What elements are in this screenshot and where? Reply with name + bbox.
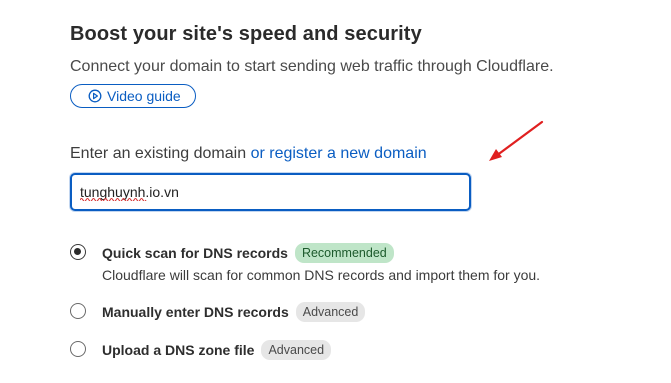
manual-dns-radio[interactable]: [70, 303, 86, 319]
recommended-badge: Recommended: [294, 243, 394, 263]
advanced-badge: Advanced: [295, 302, 366, 322]
annotation-arrow: [489, 120, 544, 161]
domain-prompt-text: Enter an existing domain: [70, 145, 247, 162]
option-label: Quick scan for DNS records: [102, 245, 288, 261]
upload-zone-radio[interactable]: [70, 341, 86, 357]
spellcheck-underline: [80, 198, 147, 201]
video-guide-label: Video guide: [107, 88, 181, 104]
domain-input[interactable]: [70, 173, 471, 211]
advanced-badge: Advanced: [261, 340, 332, 360]
page-subtitle: Connect your domain to start sending web…: [70, 58, 554, 75]
option-manual-dns[interactable]: Manually enter DNS records Advanced: [70, 302, 366, 322]
option-upload-zone-file[interactable]: Upload a DNS zone file Advanced: [70, 340, 332, 360]
video-guide-button[interactable]: Video guide: [70, 84, 196, 108]
domain-prompt: Enter an existing domain or register a n…: [70, 145, 427, 163]
page-title: Boost your site's speed and security: [70, 23, 422, 45]
option-description: Cloudflare will scan for common DNS reco…: [102, 267, 541, 283]
register-domain-link[interactable]: or register a new domain: [251, 145, 427, 162]
option-quick-scan[interactable]: Quick scan for DNS records Recommended C…: [70, 243, 540, 283]
play-circle-icon: [88, 89, 102, 103]
option-label: Manually enter DNS records: [102, 304, 289, 320]
quick-scan-radio[interactable]: [70, 244, 86, 260]
option-label: Upload a DNS zone file: [102, 342, 255, 358]
